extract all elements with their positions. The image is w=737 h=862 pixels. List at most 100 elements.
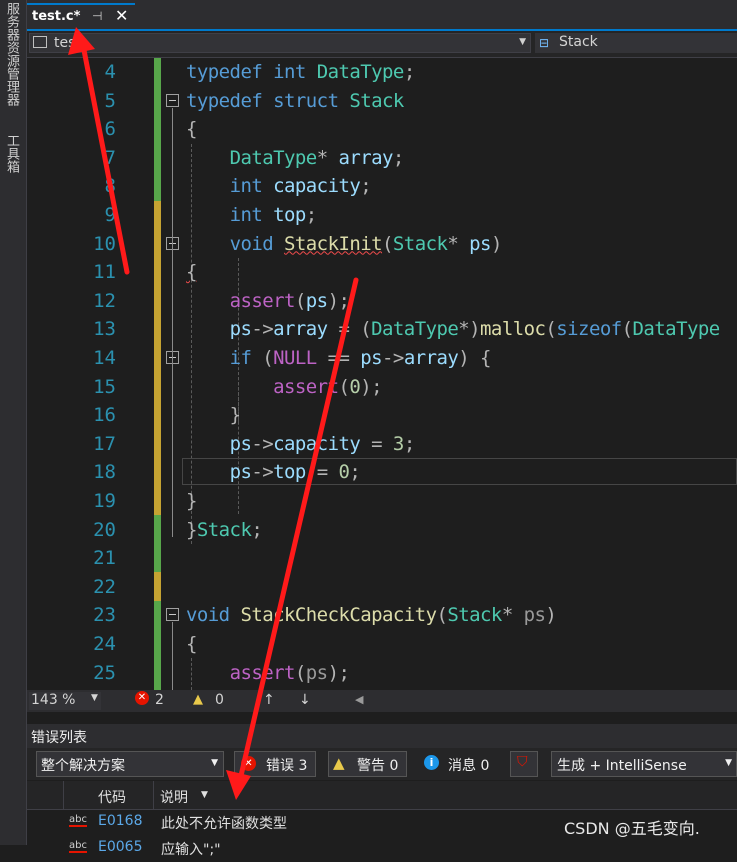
- toolbox-tab[interactable]: 工具箱: [2, 134, 21, 173]
- project-icon: [33, 36, 47, 48]
- code-line: if (NULL == ps->array) {: [229, 347, 492, 369]
- side-tool-strip: 服务器资源管理器 工具箱: [0, 0, 27, 845]
- error-list-column-header: 代码 说明 ▼: [27, 781, 737, 810]
- code-line: int top;: [229, 204, 318, 226]
- info-icon: i: [424, 755, 439, 770]
- previous-issue-icon[interactable]: ↑: [263, 692, 275, 708]
- error-code[interactable]: E0168: [98, 813, 142, 829]
- warnings-filter-button[interactable]: ▲ 警告 0: [328, 751, 407, 777]
- scope-dropdown[interactable]: ⊟ Stack: [535, 33, 737, 53]
- column-divider: [63, 781, 64, 809]
- code-line: {: [186, 261, 197, 284]
- build-intellisense-select[interactable]: 生成 + IntelliSense ▼: [551, 751, 737, 777]
- column-code[interactable]: 代码: [98, 787, 126, 807]
- project-dropdown-value: tes: [54, 35, 76, 51]
- line-number: 22: [93, 575, 116, 598]
- error-list-header: 错误列表: [27, 724, 737, 748]
- filter-icon: ⛉: [517, 754, 528, 770]
- column-divider: [153, 781, 154, 809]
- code-line: DataType* array;: [229, 146, 405, 169]
- error-icon: ✕: [241, 756, 256, 771]
- change-bar-unsaved: [154, 201, 161, 515]
- line-number: 10: [93, 232, 116, 255]
- line-number: 8: [104, 175, 116, 198]
- errors-filter-button[interactable]: ✕ 错误 3: [234, 751, 316, 777]
- chevron-down-icon: ▼: [725, 758, 732, 768]
- zoom-level: 143 %: [31, 692, 76, 708]
- scope-select[interactable]: 整个解决方案 ▼: [36, 751, 224, 777]
- code-line: assert(0);: [273, 375, 383, 398]
- chevron-down-icon: ▼: [211, 758, 218, 768]
- tab-test-c[interactable]: test.c* ⊣ ✕: [27, 3, 135, 30]
- tab-title: test.c*: [32, 9, 81, 24]
- warnings-filter-label: 警告 0: [357, 758, 399, 774]
- error-list-title: 错误列表: [31, 730, 87, 746]
- warning-icon[interactable]: ▲: [193, 692, 203, 707]
- column-description[interactable]: 说明: [160, 787, 188, 807]
- table-row[interactable]: abc E0065 应输入";": [27, 836, 737, 862]
- line-number: 18: [93, 461, 116, 484]
- line-number: 17: [93, 432, 116, 455]
- build-filter-value: 生成 + IntelliSense: [557, 758, 687, 774]
- next-issue-icon[interactable]: ↓: [299, 692, 311, 708]
- line-number: 6: [104, 118, 116, 141]
- code-editor[interactable]: 4 5 6 7 8 9 10 11 12 13 14 15 16 17 18 19 20 21 22 23 24 25 t…: [27, 58, 737, 690]
- code-line: }Stack;: [186, 518, 263, 541]
- change-bar-saved: [154, 601, 161, 690]
- line-number: 9: [104, 204, 116, 226]
- watermark: CSDN @五毛变向.: [564, 819, 700, 838]
- code-line: typedef struct Stack: [186, 89, 404, 112]
- sort-down-icon[interactable]: ▼: [201, 790, 208, 800]
- zoom-dropdown[interactable]: 143 % ▼: [29, 692, 101, 710]
- error-list-toolbar: 整个解决方案 ▼ ✕ 错误 3 ▲ 警告 0 i 消息 0 ⛉ 生成 + Int…: [27, 748, 737, 780]
- errors-filter-label: 错误 3: [266, 758, 308, 774]
- change-bar-saved: [154, 515, 161, 572]
- warning-count[interactable]: 0: [215, 692, 224, 708]
- code-line: typedef int DataType;: [186, 61, 415, 83]
- line-number: 21: [93, 547, 116, 570]
- code-line: assert(ps);: [229, 289, 350, 312]
- filter-button[interactable]: ⛉: [510, 751, 538, 777]
- scroll-left-icon[interactable]: ◀: [355, 693, 363, 706]
- error-code[interactable]: E0065: [98, 839, 142, 855]
- chevron-down-icon: ▼: [519, 37, 526, 47]
- outline-line: [172, 622, 173, 690]
- change-bar-saved: [154, 58, 161, 201]
- line-number: 13: [93, 318, 116, 341]
- project-dropdown[interactable]: tes ▼: [29, 33, 531, 53]
- fold-toggle[interactable]: [166, 94, 179, 107]
- messages-filter-button[interactable]: i 消息 0: [418, 751, 500, 777]
- error-description: 此处不允许函数类型: [161, 816, 287, 832]
- line-number: 12: [93, 289, 116, 312]
- intellisense-error-icon: abc: [69, 840, 87, 853]
- outline-line: [172, 108, 173, 537]
- change-bar-unsaved: [154, 572, 161, 601]
- warning-icon: ▲: [333, 754, 345, 772]
- pin-icon[interactable]: ⊣: [92, 9, 102, 23]
- scope-dropdown-value: Stack: [559, 34, 598, 50]
- navigation-bar: tes ▼ ⊟ Stack: [27, 31, 737, 58]
- server-explorer-tab[interactable]: 服务器资源管理器: [2, 2, 21, 106]
- line-number: 7: [104, 146, 116, 169]
- code-line: }: [229, 404, 241, 427]
- error-count[interactable]: 2: [155, 692, 164, 708]
- code-line: int capacity;: [229, 175, 372, 198]
- code-line: ps->capacity = 3;: [229, 432, 416, 455]
- code-line: void StackCheckCapacity(Stack* ps): [186, 604, 557, 627]
- line-number: 20: [93, 518, 116, 541]
- line-number: 4: [104, 61, 116, 83]
- line-number: 14: [93, 347, 116, 369]
- code-line: ps->array = (DataType*)malloc(sizeof(Dat…: [229, 318, 721, 341]
- line-number: 25: [93, 661, 116, 684]
- fold-toggle[interactable]: [166, 608, 179, 621]
- line-number: 23: [93, 604, 116, 627]
- code-line: {: [186, 633, 197, 655]
- line-number: 16: [93, 404, 116, 427]
- line-number: 19: [93, 490, 116, 512]
- close-icon[interactable]: ✕: [115, 6, 128, 25]
- messages-filter-label: 消息 0: [448, 758, 490, 774]
- code-line: }: [186, 490, 197, 512]
- editor-status-bar: 143 % ▼ ✕ 2 ▲ 0 ↑ ↓ ◀: [27, 690, 737, 712]
- code-line: void StackInit(Stack* ps): [229, 232, 503, 255]
- error-icon[interactable]: ✕: [135, 691, 149, 705]
